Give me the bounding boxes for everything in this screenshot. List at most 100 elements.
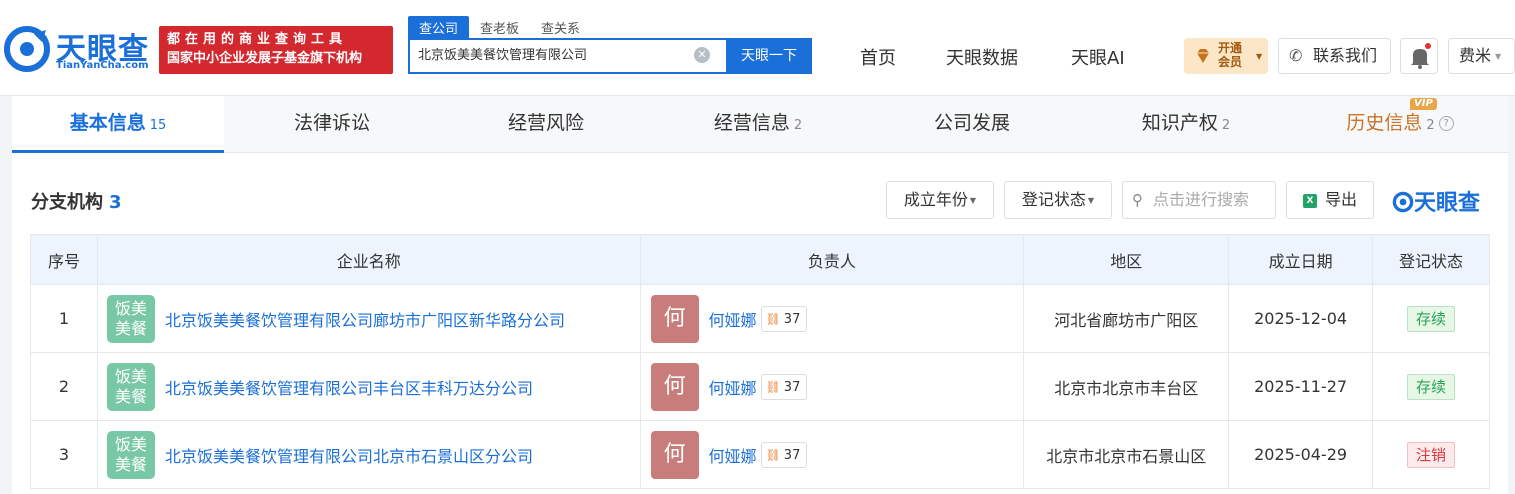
user-menu[interactable]: 费米 ▼ bbox=[1448, 38, 1515, 74]
banner-line1: 都在用的商业查询工具 bbox=[167, 32, 348, 47]
watermark-logo: 天眼查 bbox=[1392, 185, 1480, 217]
branch-section: 分支机构 3 成立年份 ▼ 登记状态 ▼ ⚲ 点击进行搜索 X 导出 天眼查 序号 企业… bbox=[12, 153, 1508, 494]
search-button[interactable]: 天眼一下 bbox=[726, 38, 812, 74]
row-person: 何何娅娜 ⛓ 37 bbox=[639, 420, 1025, 489]
bell-icon bbox=[1411, 49, 1429, 69]
logo-eye-icon bbox=[4, 26, 50, 72]
person-name-link[interactable]: 何娅娜 bbox=[709, 447, 757, 466]
notification-button[interactable] bbox=[1400, 38, 1438, 74]
tab-label: 基本信息 bbox=[69, 112, 146, 134]
company-name-link[interactable]: 北京饭美美餐饮管理有限公司廊坊市广阳区新华路分公司 bbox=[165, 311, 565, 330]
user-name: 费米 bbox=[1459, 46, 1492, 65]
row-status: 存续 bbox=[1372, 352, 1490, 421]
filter-year-dropdown[interactable]: 成立年份 ▼ bbox=[886, 181, 994, 219]
vip-label: 开通 会员 bbox=[1218, 41, 1242, 69]
company-name-link[interactable]: 北京饭美美餐饮管理有限公司丰台区丰科万达分公司 bbox=[165, 379, 533, 398]
company-logo-line1: 饭美 bbox=[114, 298, 147, 318]
tab-count: 2 bbox=[793, 118, 803, 133]
tab-development[interactable]: 公司发展 bbox=[864, 96, 1080, 153]
avatar[interactable]: 何 bbox=[650, 362, 699, 411]
tab-label: 经营信息 bbox=[713, 112, 790, 134]
logo-domain: TianYanCha.com bbox=[56, 60, 149, 71]
filter-status-dropdown[interactable]: 登记状态 ▼ bbox=[1004, 181, 1112, 219]
search-tab-boss[interactable]: 查老板 bbox=[469, 16, 530, 38]
col-date: 成立日期 bbox=[1228, 234, 1374, 285]
nav-ai[interactable]: 天眼AI bbox=[1071, 44, 1125, 70]
clear-icon[interactable]: ✕ bbox=[694, 47, 710, 63]
row-index: 2 bbox=[30, 352, 98, 421]
tianyancha-logo[interactable]: 天眼查 TianYanCha.com bbox=[4, 20, 154, 80]
nav-home[interactable]: 首页 bbox=[860, 44, 896, 70]
row-status: 存续 bbox=[1372, 284, 1490, 353]
row-company: 饭美 美餐 北京饭美美餐饮管理有限公司廊坊市广阳区新华路分公司 bbox=[96, 284, 641, 353]
relation-network-icon: ⛓ bbox=[765, 379, 781, 394]
tab-ip[interactable]: 知识产权 2 bbox=[1080, 96, 1292, 153]
relation-network-icon: ⛓ bbox=[765, 311, 781, 326]
logo-eye-icon bbox=[1392, 191, 1414, 213]
vip-button[interactable]: 开通 会员 ▼ bbox=[1184, 38, 1268, 74]
col-region: 地区 bbox=[1023, 234, 1230, 285]
help-icon[interactable]: ? bbox=[1438, 116, 1454, 131]
search-placeholder: 点击进行搜索 bbox=[1153, 190, 1250, 209]
tab-label: 公司发展 bbox=[933, 112, 1010, 134]
tab-count: 2 bbox=[1426, 118, 1435, 133]
chevron-down-icon: ▼ bbox=[969, 195, 977, 205]
tab-operation[interactable]: 经营信息 2 bbox=[652, 96, 864, 153]
row-date: 2025-11-27 bbox=[1228, 352, 1374, 421]
export-button[interactable]: X 导出 bbox=[1286, 181, 1374, 219]
relation-badge[interactable]: ⛓ 37 bbox=[760, 305, 808, 332]
col-index: 序号 bbox=[30, 234, 98, 285]
avatar[interactable]: 何 bbox=[650, 294, 699, 343]
company-logo[interactable]: 饭美 美餐 bbox=[106, 294, 155, 343]
tab-risk[interactable]: 经营风险 bbox=[440, 96, 652, 153]
promo-banner: 都在用的商业查询工具 国家中小企业发展子基金旗下机构 bbox=[159, 26, 393, 74]
tab-legal[interactable]: 法律诉讼 bbox=[224, 96, 440, 153]
table-row: 2 饭美 美餐 北京饭美美餐饮管理有限公司丰台区丰科万达分公司 何何娅娜 ⛓ 37 北京… bbox=[30, 352, 1490, 421]
tab-count: 2 bbox=[1221, 118, 1231, 133]
relation-badge[interactable]: ⛓ 37 bbox=[760, 373, 808, 400]
section-title-label: 分支机构 bbox=[31, 192, 103, 213]
company-tabs: 基本信息 15 法律诉讼 经营风险 经营信息 2 公司发展 知识产权 2 历史信息 2?… bbox=[12, 96, 1508, 153]
search-input[interactable]: 北京饭美美餐饮管理有限公司 bbox=[408, 38, 726, 74]
branch-search-input[interactable]: ⚲ 点击进行搜索 bbox=[1122, 181, 1276, 219]
top-header: 天眼查 TianYanCha.com 都在用的商业查询工具 国家中小企业发展子基… bbox=[0, 0, 1515, 96]
search-tab-relation[interactable]: 查关系 bbox=[530, 16, 591, 38]
company-logo-line2: 美餐 bbox=[114, 454, 147, 474]
tab-label: 经营风险 bbox=[507, 112, 584, 134]
nav-data[interactable]: 天眼数据 bbox=[946, 44, 1018, 70]
tab-label: 法律诉讼 bbox=[293, 112, 370, 134]
relation-count: 37 bbox=[783, 447, 801, 463]
banner-line2: 国家中小企业发展子基金旗下机构 bbox=[167, 51, 363, 66]
col-status: 登记状态 bbox=[1372, 234, 1490, 285]
phone-icon: ✆ bbox=[1289, 46, 1303, 65]
search-tab-company[interactable]: 查公司 bbox=[408, 16, 470, 38]
row-status: 注销 bbox=[1372, 420, 1490, 489]
avatar[interactable]: 何 bbox=[650, 430, 699, 479]
company-name-link[interactable]: 北京饭美美餐饮管理有限公司北京市石景山区分公司 bbox=[165, 447, 533, 466]
tab-label: 历史信息 bbox=[1346, 112, 1423, 134]
branch-table: 序号 企业名称 负责人 地区 成立日期 登记状态 1 饭美 美餐 北京饭美美餐饮管理… bbox=[30, 234, 1490, 489]
person-name-link[interactable]: 何娅娜 bbox=[709, 379, 757, 398]
company-logo[interactable]: 饭美 美餐 bbox=[106, 430, 155, 479]
search-icon: ⚲ bbox=[1132, 191, 1143, 209]
vip-label-line1: 开通 bbox=[1218, 41, 1243, 55]
row-company: 饭美 美餐 北京饭美美餐饮管理有限公司北京市石景山区分公司 bbox=[96, 420, 641, 489]
person-name-link[interactable]: 何娅娜 bbox=[709, 311, 757, 330]
tab-history[interactable]: 历史信息 2? bbox=[1292, 96, 1508, 153]
relation-count: 37 bbox=[783, 311, 801, 327]
row-date: 2025-04-29 bbox=[1228, 420, 1374, 489]
row-region: 北京市北京市石景山区 bbox=[1023, 420, 1230, 489]
table-row: 1 饭美 美餐 北京饭美美餐饮管理有限公司廊坊市广阳区新华路分公司 何何娅娜 ⛓ 37 … bbox=[30, 284, 1490, 353]
company-logo[interactable]: 饭美 美餐 bbox=[106, 362, 155, 411]
tab-basic-info[interactable]: 基本信息 15 bbox=[12, 96, 224, 153]
relation-badge[interactable]: ⛓ 37 bbox=[760, 441, 808, 468]
contact-label: 联系我们 bbox=[1313, 46, 1378, 65]
chevron-down-icon: ▼ bbox=[1495, 51, 1502, 61]
row-region: 河北省廊坊市广阳区 bbox=[1023, 284, 1230, 353]
row-index: 3 bbox=[30, 420, 98, 489]
relation-network-icon: ⛓ bbox=[765, 447, 781, 462]
company-logo-line1: 饭美 bbox=[114, 366, 147, 386]
contact-button[interactable]: ✆ 联系我们 bbox=[1278, 38, 1391, 74]
vip-badge: VIP bbox=[1410, 98, 1437, 110]
col-person: 负责人 bbox=[639, 234, 1025, 285]
